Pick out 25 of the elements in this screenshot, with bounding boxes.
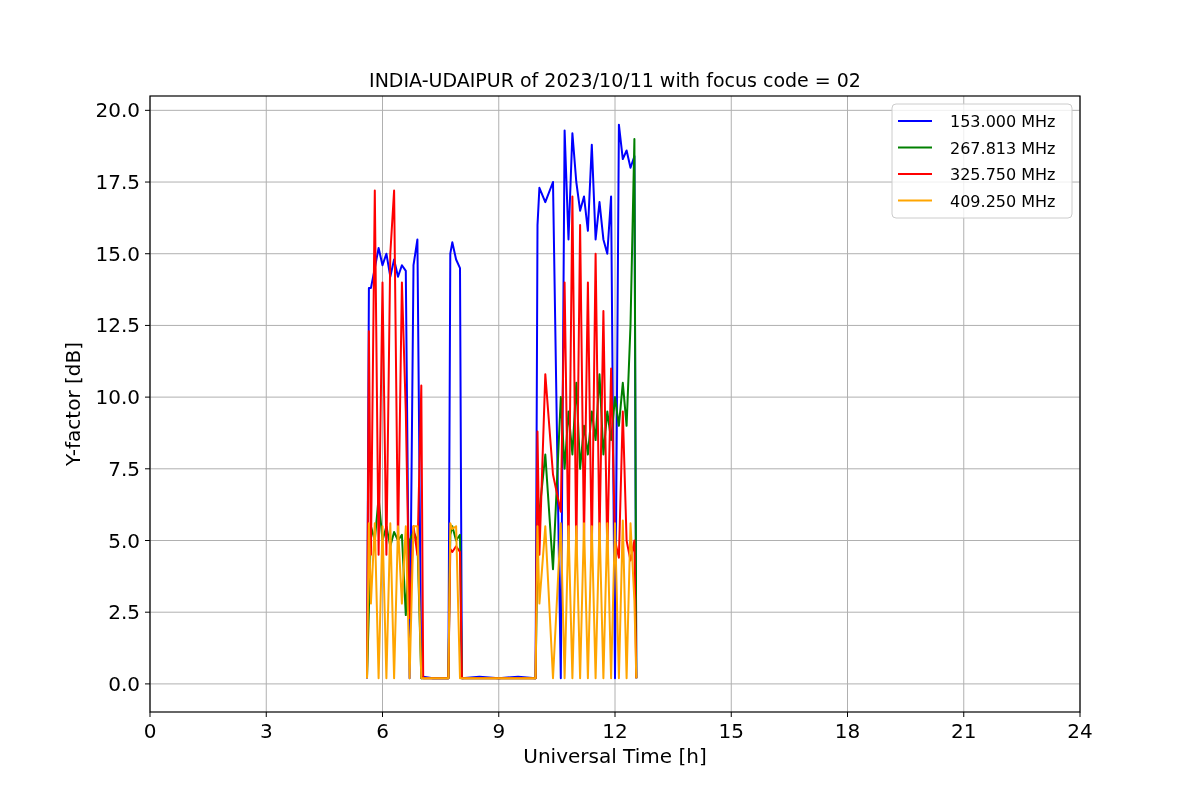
x-tick-label: 6 [376,719,389,743]
y-tick-label: 5.0 [108,528,140,553]
x-tick-label: 12 [602,719,628,743]
y-tick-label: 17.5 [95,170,140,195]
y-tick-label: 15.0 [95,241,140,266]
y-tick-label: 12.5 [95,313,140,338]
x-tick-label: 18 [834,719,861,743]
legend-label: 325.750 MHz [950,165,1056,184]
legend-label: 409.250 MHz [950,191,1056,211]
x-tick-label: 9 [492,719,506,743]
legend-label: 267.813 MHz [950,138,1056,158]
y-tick-label: 7.5 [108,456,140,481]
y-tick-label: 20.0 [95,98,140,123]
chart-title: INDIA-UDAIPUR of 2023/10/11 with focus code = 02 [369,69,861,91]
y-tick-label: 2.5 [108,600,140,625]
legend-label: 153.000 MHz [950,112,1056,131]
x-tick-label: 21 [951,719,977,743]
y-tick-label: 10.0 [95,385,140,410]
y-tick-label: 0.0 [108,671,140,696]
x-tick-label: 0 [143,719,157,743]
x-tick-label: 15 [718,719,744,743]
x-tick-label: 24 [1067,719,1093,743]
y-axis-label: Y-factor [dB] [61,342,85,466]
x-tick-label: 3 [259,719,273,743]
x-axis-label: Universal Time [h] [523,744,707,768]
